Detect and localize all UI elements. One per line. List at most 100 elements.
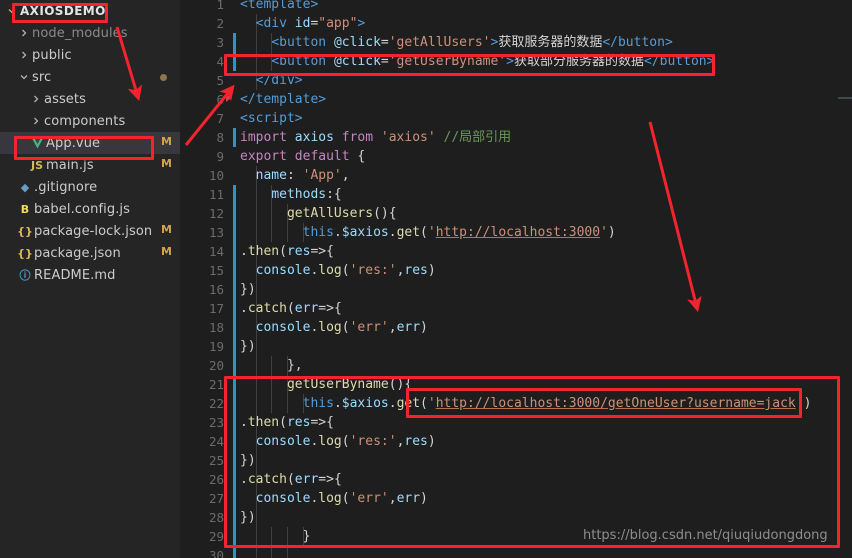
code-line[interactable]: 9 export default { xyxy=(180,147,852,166)
code-line[interactable]: 10 name: 'App', xyxy=(180,166,852,185)
chevron-right-icon[interactable] xyxy=(28,88,44,110)
code-text: .catch(err=>{ xyxy=(240,301,342,316)
sidebar-item-components[interactable]: components xyxy=(0,110,180,132)
sidebar-item-package-lock-json[interactable]: {} package-lock.json M xyxy=(0,220,180,242)
code-line[interactable]: 30 xyxy=(180,546,852,558)
code-line[interactable]: 2 <div id="app"> xyxy=(180,14,852,33)
chevron-right-icon[interactable] xyxy=(28,110,44,132)
sidebar-item-label: babel.config.js xyxy=(34,201,131,217)
sidebar-item-node-modules[interactable]: node_modules xyxy=(0,22,180,44)
code-line[interactable]: 3 <button @click='getAllUsers'>获取服务器的数据<… xyxy=(180,33,852,52)
code-text: } xyxy=(240,529,311,544)
sidebar-item-babel-config-js[interactable]: Bbabel.config.js xyxy=(0,198,180,220)
line-number: 6 xyxy=(216,92,224,107)
code-line[interactable]: 19}) xyxy=(180,337,852,356)
code-line[interactable]: 21 getUserByname(){ xyxy=(180,375,852,394)
line-number: 7 xyxy=(216,111,224,126)
sidebar-item-public[interactable]: public xyxy=(0,44,180,66)
code-text: name: 'App', xyxy=(255,168,350,183)
fold-marker-icon[interactable] xyxy=(226,94,231,102)
line-number: 3 xyxy=(216,35,224,50)
chevron-down-icon[interactable] xyxy=(4,0,20,22)
code-text: getAllUsers(){ xyxy=(286,206,397,221)
line-number: 29 xyxy=(208,529,224,544)
code-line[interactable]: 26 .catch(err=>{ xyxy=(180,470,852,489)
git-change-gutter xyxy=(233,489,236,508)
code-line[interactable]: 20 }, xyxy=(180,356,852,375)
sidebar-item-src[interactable]: src xyxy=(0,66,180,88)
code-text: console.log('res:',res) xyxy=(255,434,436,449)
code-text: this.$axios.get('http://localhost:3000') xyxy=(302,225,616,240)
git-change-gutter xyxy=(233,318,236,337)
code-line[interactable]: 11 methods:{ xyxy=(180,185,852,204)
line-number: 30 xyxy=(208,548,224,558)
line-number: 18 xyxy=(208,320,224,335)
git-change-gutter xyxy=(233,546,236,558)
code-text: }) xyxy=(240,282,256,297)
code-line[interactable]: 25}) xyxy=(180,451,852,470)
json-file-icon: {} xyxy=(17,224,33,238)
indent-guide xyxy=(255,280,257,299)
code-text: <button @click='getUserByname'>获取部分服务器的数… xyxy=(271,54,715,69)
code-line[interactable]: 17 .catch(err=>{ xyxy=(180,299,852,318)
sidebar-item-package-json[interactable]: {} package.json M xyxy=(0,242,180,264)
code-line[interactable]: 5 </div> xyxy=(180,71,852,90)
line-number: 10 xyxy=(208,168,224,183)
line-number: 22 xyxy=(208,396,224,411)
line-number: 23 xyxy=(208,415,224,430)
code-line[interactable]: 12 getAllUsers(){ xyxy=(180,204,852,223)
code-line[interactable]: 16}) xyxy=(180,280,852,299)
code-line[interactable]: 28}) xyxy=(180,508,852,527)
code-line[interactable]: 29 } xyxy=(180,527,852,546)
line-number: 1 xyxy=(216,0,224,12)
code-line[interactable]: 8 import axios from 'axios' //局部引用 xyxy=(180,128,852,147)
code-text: .catch(err=>{ xyxy=(240,472,342,487)
code-text: <div id="app"> xyxy=(255,16,366,31)
code-line[interactable]: 22 this.$axios.get('http://localhost:300… xyxy=(180,394,852,413)
line-number: 13 xyxy=(208,225,224,240)
modified-dot-icon xyxy=(160,74,167,81)
chevron-right-icon[interactable] xyxy=(16,44,32,66)
git-change-gutter xyxy=(233,52,236,71)
line-number: 25 xyxy=(208,453,224,468)
sidebar-item-label: public xyxy=(32,47,72,63)
code-line[interactable]: 18 console.log('err',err) xyxy=(180,318,852,337)
code-text: }) xyxy=(240,453,256,468)
code-line[interactable]: 6 </template> xyxy=(180,90,852,109)
git-status-badge: M xyxy=(161,157,172,170)
code-line[interactable]: 13 this.$axios.get('http://localhost:300… xyxy=(180,223,852,242)
ruler-marker xyxy=(838,97,852,99)
code-line[interactable]: 15 console.log('res:',res) xyxy=(180,261,852,280)
code-text: }, xyxy=(240,358,303,373)
sidebar-item-label: node_modules xyxy=(32,25,128,41)
chevron-down-icon[interactable] xyxy=(16,66,32,88)
code-text: <button @click='getAllUsers'>获取服务器的数据</b… xyxy=(271,35,673,50)
code-line[interactable]: 27 console.log('err',err) xyxy=(180,489,852,508)
overview-ruler[interactable] xyxy=(838,0,852,558)
file-explorer-sidebar[interactable]: AXIOSDEMO node_modulespublic src assets comp… xyxy=(0,0,180,558)
code-text: }) xyxy=(240,510,256,525)
sidebar-item-label: .gitignore xyxy=(34,179,98,195)
code-line[interactable]: 7 <script> xyxy=(180,109,852,128)
sidebar-item-app-vue[interactable]: App.vue M xyxy=(0,132,180,154)
indent-guide xyxy=(255,508,257,527)
line-number: 16 xyxy=(208,282,224,297)
sidebar-item-readme-md[interactable]: ⓘ README.md xyxy=(0,264,180,286)
sidebar-item-assets[interactable]: assets xyxy=(0,88,180,110)
sidebar-item-gitignore[interactable]: ◆ .gitignore xyxy=(0,176,180,198)
sidebar-item-label: package.json xyxy=(34,245,121,261)
code-line[interactable]: 4 <button @click='getUserByname'>获取部分服务器… xyxy=(180,52,852,71)
explorer-root-row[interactable]: AXIOSDEMO xyxy=(0,0,180,22)
code-line[interactable]: 14 .then(res=>{ xyxy=(180,242,852,261)
code-line[interactable]: 24 console.log('res:',res) xyxy=(180,432,852,451)
code-text: <script> xyxy=(240,111,303,126)
sidebar-item-main-js[interactable]: JS main.js M xyxy=(0,154,180,176)
code-line[interactable]: 1 <template> xyxy=(180,0,852,14)
code-text: <template> xyxy=(240,0,319,12)
code-editor[interactable]: 1 <template> 2 <div id="app"> 3 <button @cl… xyxy=(180,0,852,558)
code-line[interactable]: 23 .then(res=>{ xyxy=(180,413,852,432)
line-number: 24 xyxy=(208,434,224,449)
sidebar-item-label: package-lock.json xyxy=(34,223,153,239)
chevron-right-icon[interactable] xyxy=(16,22,32,44)
line-number: 12 xyxy=(208,206,224,221)
